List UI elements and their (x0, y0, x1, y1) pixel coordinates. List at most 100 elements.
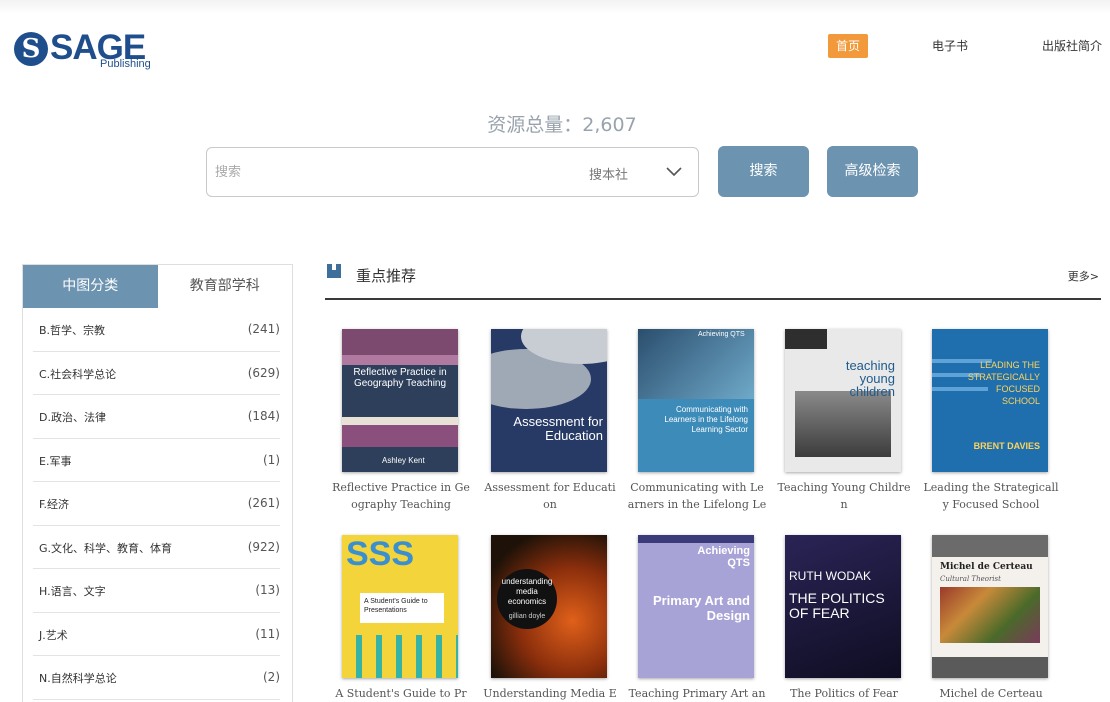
book-cover[interactable]: Achieving QTS Primary Art and Design (638, 535, 754, 678)
search-box: 搜本社 (206, 147, 699, 197)
book-cover[interactable]: understanding media economics gillian do… (491, 535, 607, 678)
book-cover[interactable]: SSS A Student's Guide to Presentations (342, 535, 458, 678)
category-name: N.自然科学总论 (39, 672, 117, 685)
search-button[interactable]: 搜索 (718, 146, 809, 197)
category-item[interactable]: E.军事 (1) (33, 439, 280, 482)
book-title-line: The Politics of Fear (790, 687, 898, 700)
book-cover[interactable]: Assessment for Education (491, 329, 607, 472)
book-title-line: Understanding Media E (483, 687, 617, 700)
category-count: (13) (255, 583, 280, 597)
book-title-line: Assessment for Educati (484, 481, 616, 494)
book-cover[interactable]: RUTH WODAK THE POLITICS OF FEAR (785, 535, 901, 678)
cover-title: Michel de Certeau (940, 562, 1033, 572)
book-title[interactable]: Teaching Primary Art an (622, 685, 772, 702)
sage-logo[interactable]: S SAGE Publishing (14, 28, 174, 72)
resource-total-label: 资源总量： (487, 114, 583, 136)
book-title-line: ography Teaching (351, 498, 451, 511)
category-item[interactable]: N.自然科学总论 (2) (33, 656, 280, 700)
category-count: (184) (247, 409, 280, 423)
category-count: (261) (247, 496, 280, 510)
book-title-line: Teaching Young Childre (777, 481, 911, 494)
cover-title: A Student's Guide to Presentations (364, 598, 428, 614)
book-title-line: Teaching Primary Art an (628, 687, 766, 700)
book-cover[interactable]: Achieving QTS Communicating with Learner… (638, 329, 754, 472)
category-name: D.政治、法律 (39, 411, 106, 424)
search-scope-label[interactable]: 搜本社 (589, 164, 628, 183)
category-item[interactable]: F.经济 (261) (33, 482, 280, 526)
category-item[interactable]: D.政治、法律 (184) (33, 395, 280, 439)
category-count: (1) (263, 452, 280, 467)
book-title[interactable]: Communicating with Le arners in the Lifel… (622, 479, 772, 513)
chevron-down-icon[interactable] (663, 160, 685, 182)
bookmark-icon (327, 264, 341, 278)
book-title-line: y Focused School (942, 498, 1040, 511)
cover-series: Achieving QTS (697, 545, 750, 569)
cover-letters: SSS (346, 535, 415, 573)
nav-about-publisher[interactable]: 出版社简介 (1042, 34, 1102, 58)
book-cover[interactable]: Reflective Practice in Geography Teachin… (342, 329, 458, 472)
category-name: F.经济 (39, 498, 70, 511)
category-list: B.哲学、宗教 (241) C.社会科学总论 (629) D.政治、法律 (184) … (23, 308, 292, 700)
book-title-line: Communicating with Le (630, 481, 764, 494)
cover-title: LEADING THE STRATEGICALLY FOCUSED SCHOOL (967, 360, 1040, 406)
book-title-line: Reflective Practice in Ge (332, 481, 470, 494)
book-cover[interactable]: teaching young children (785, 329, 901, 472)
cover-author: RUTH WODAK (789, 569, 871, 583)
book-title[interactable]: Michel de Certeau (916, 685, 1066, 702)
tab-clc-classification[interactable]: 中图分类 (23, 265, 158, 308)
book-title[interactable]: Leading the Strategicall y Focused School (916, 479, 1066, 513)
category-item[interactable]: C.社会科学总论 (629) (33, 352, 280, 395)
category-tabs: 中图分类 教育部学科 (23, 265, 292, 308)
category-count: (922) (247, 539, 280, 554)
nav-home[interactable]: 首页 (828, 34, 868, 58)
cover-author: gillian doyle (508, 613, 546, 620)
book-cover[interactable]: LEADING THE STRATEGICALLY FOCUSED SCHOOL… (932, 329, 1048, 472)
category-item[interactable]: B.哲学、宗教 (241) (33, 308, 280, 352)
book-title[interactable]: Reflective Practice in Ge ography Teachin… (326, 479, 476, 513)
category-name: C.社会科学总论 (39, 367, 117, 381)
recommended-header: 重点推荐 更多> (325, 262, 1101, 300)
category-count: (2) (263, 670, 280, 684)
book-title[interactable]: A Student's Guide to Pr (326, 685, 476, 702)
category-name: G.文化、科学、教育、体育 (39, 541, 173, 555)
category-item[interactable]: G.文化、科学、教育、体育 (922) (33, 526, 280, 569)
tab-moe-discipline[interactable]: 教育部学科 (157, 265, 292, 308)
cover-title: Primary Art and Design (652, 593, 750, 623)
search-input[interactable] (215, 158, 575, 186)
book-title-line: Leading the Strategicall (923, 481, 1059, 494)
book-title[interactable]: Understanding Media E (475, 685, 625, 702)
cover-title: teaching young children (845, 358, 895, 399)
category-name: J.艺术 (39, 628, 68, 642)
cover-title: Assessment for Education (513, 414, 603, 443)
category-count: (629) (247, 365, 280, 380)
resource-total: 资源总量：2,607 (0, 110, 1110, 137)
book-title-line: n (840, 498, 848, 511)
cover-title: understanding media economics (501, 577, 553, 606)
book-title-line: on (543, 498, 557, 511)
book-title-line: arners in the Lifelong Le (627, 498, 767, 511)
logo-sub: Publishing (100, 58, 151, 70)
cover-title: Reflective Practice in Geography Teachin… (353, 367, 447, 389)
book-title[interactable]: The Politics of Fear (769, 685, 919, 702)
nav-ebook[interactable]: 电子书 (932, 34, 968, 58)
book-title[interactable]: Assessment for Educati on (475, 479, 625, 513)
category-item[interactable]: J.艺术 (11) (33, 613, 280, 656)
category-item[interactable]: H.语言、文字 (13) (33, 569, 280, 613)
book-title-line: A Student's Guide to Pr (335, 687, 467, 700)
recommended-title: 重点推荐 (356, 267, 417, 285)
top-shadow (0, 0, 1110, 14)
category-panel: 中图分类 教育部学科 B.哲学、宗教 (241) C.社会科学总论 (629) D.… (22, 264, 293, 702)
advanced-search-button[interactable]: 高级检索 (827, 146, 918, 197)
category-name: H.语言、文字 (39, 585, 106, 598)
cover-series: Achieving QTS (698, 331, 745, 338)
category-count: (11) (255, 626, 280, 641)
book-cover[interactable]: Michel de Certeau Cultural Theorist (932, 535, 1048, 678)
category-count: (241) (247, 322, 280, 336)
cover-author: Ashley Kent (382, 456, 425, 465)
book-title-line: Michel de Certeau (939, 687, 1043, 700)
book-title[interactable]: Teaching Young Childre n (769, 479, 919, 513)
cover-subtitle: Cultural Theorist (940, 575, 1001, 583)
more-link[interactable]: 更多> (1068, 268, 1099, 284)
category-name: E.军事 (39, 454, 72, 468)
category-name: B.哲学、宗教 (39, 324, 106, 337)
